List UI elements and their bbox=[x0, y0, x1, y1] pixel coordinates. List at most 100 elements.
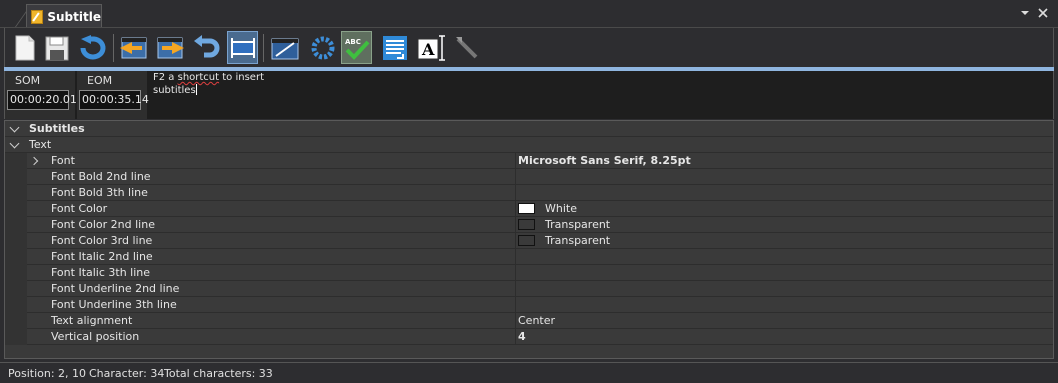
property-value-cell[interactable]: White bbox=[516, 201, 1053, 216]
property-value-cell[interactable] bbox=[516, 249, 1053, 264]
property-name: Font Underline 3th line bbox=[51, 298, 177, 311]
video-settings-icon[interactable] bbox=[269, 31, 300, 64]
editor-text: subtitles bbox=[153, 85, 196, 96]
property-row[interactable]: Font Underline 3th line bbox=[5, 297, 1053, 313]
category-label: Text bbox=[29, 138, 52, 151]
property-name: Text alignment bbox=[51, 314, 133, 327]
text-caret bbox=[195, 84, 197, 95]
editor-text: F2 a bbox=[153, 72, 178, 83]
refresh-icon[interactable] bbox=[307, 31, 338, 64]
color-swatch bbox=[518, 203, 535, 214]
property-value-cell[interactable]: 4 bbox=[516, 329, 1053, 344]
fit-frame-icon[interactable] bbox=[227, 31, 258, 64]
property-value-cell[interactable]: Center bbox=[516, 313, 1053, 328]
property-value: White bbox=[545, 202, 577, 215]
row-gutter bbox=[5, 185, 27, 201]
text-list-icon[interactable] bbox=[379, 31, 410, 64]
property-value-cell[interactable] bbox=[516, 297, 1053, 312]
property-name-cell: Font Underline 2nd line bbox=[27, 281, 516, 296]
tools-icon[interactable] bbox=[451, 31, 482, 64]
property-row[interactable]: Font Color 2nd line Transparent bbox=[5, 217, 1053, 233]
property-row[interactable]: Vertical position 4 bbox=[5, 329, 1053, 345]
tab-subtitle[interactable]: Subtitle bbox=[26, 4, 102, 28]
property-row[interactable]: Font Bold 2nd line bbox=[5, 169, 1053, 185]
property-value-cell[interactable] bbox=[516, 281, 1053, 296]
property-value: 4 bbox=[518, 330, 526, 343]
svg-text:A: A bbox=[421, 40, 435, 59]
row-gutter bbox=[5, 217, 27, 233]
previous-clip-icon[interactable] bbox=[117, 31, 148, 64]
row-gutter bbox=[5, 281, 27, 297]
close-icon[interactable] bbox=[1038, 8, 1048, 21]
color-swatch bbox=[518, 219, 535, 230]
property-name-cell: Font Underline 3th line bbox=[27, 297, 516, 312]
property-value-cell[interactable]: Transparent bbox=[516, 217, 1053, 232]
property-name-cell: Text alignment bbox=[27, 313, 516, 328]
property-name-cell: Font Color bbox=[27, 201, 516, 216]
eom-panel: EOM 00:00:35.14 bbox=[77, 71, 149, 119]
property-value: Transparent bbox=[545, 234, 611, 247]
row-gutter bbox=[5, 297, 27, 313]
category-text[interactable]: Text bbox=[5, 137, 1053, 153]
property-value-cell[interactable]: Transparent bbox=[516, 233, 1053, 248]
property-name-cell: Font Bold 2nd line bbox=[27, 169, 516, 184]
row-gutter bbox=[5, 249, 27, 265]
subtitle-text-editor[interactable]: F2 a shortcut to insert subtitles bbox=[153, 72, 1051, 118]
property-row[interactable]: Font Color 3rd line Transparent bbox=[5, 233, 1053, 249]
som-field[interactable]: 00:00:20.01 bbox=[7, 90, 77, 110]
som-label: SOM bbox=[15, 74, 41, 87]
row-gutter bbox=[5, 265, 27, 281]
category-label: Subtitles bbox=[29, 122, 85, 135]
property-name: Font Color 2nd line bbox=[51, 218, 155, 231]
property-name: Font Color 3rd line bbox=[51, 234, 153, 247]
property-name-cell: Font Color 3rd line bbox=[27, 233, 516, 248]
property-value-cell[interactable] bbox=[516, 169, 1053, 184]
property-row[interactable]: Font Color White bbox=[5, 201, 1053, 217]
chevron-down-icon[interactable] bbox=[9, 122, 20, 133]
property-name: Font Italic 3th line bbox=[51, 266, 151, 279]
editor-text: to insert bbox=[219, 72, 264, 83]
property-row[interactable]: Font Bold 3th line bbox=[5, 185, 1053, 201]
editor-line-2: subtitles bbox=[153, 84, 1051, 97]
property-value-cell[interactable] bbox=[516, 265, 1053, 280]
category-subtitles[interactable]: Subtitles bbox=[5, 121, 1053, 137]
tab-title: Subtitle bbox=[47, 9, 101, 24]
chevron-down-icon[interactable] bbox=[1020, 8, 1030, 21]
property-value: Transparent bbox=[545, 218, 611, 231]
property-value: Center bbox=[518, 314, 556, 327]
status-bar: Position: 2, 10 Character: 34 Total char… bbox=[0, 362, 1058, 383]
row-gutter bbox=[5, 233, 27, 249]
new-document-icon[interactable] bbox=[9, 31, 40, 64]
property-name: Font Bold 3th line bbox=[51, 186, 148, 199]
property-value-cell[interactable]: Microsoft Sans Serif, 8.25pt bbox=[516, 153, 1053, 168]
svg-text:ABC: ABC bbox=[345, 38, 361, 46]
property-row[interactable]: Font Microsoft Sans Serif, 8.25pt bbox=[5, 153, 1053, 169]
toolbar: ABC A bbox=[4, 28, 1054, 68]
undo-icon[interactable] bbox=[77, 31, 108, 64]
misspelled-word: shortcut bbox=[177, 72, 220, 83]
property-value: Microsoft Sans Serif, 8.25pt bbox=[518, 154, 691, 167]
row-gutter bbox=[5, 201, 27, 217]
property-row[interactable]: Font Italic 2nd line bbox=[5, 249, 1053, 265]
property-row[interactable]: Text alignment Center bbox=[5, 313, 1053, 329]
next-clip-icon[interactable] bbox=[155, 31, 186, 64]
save-icon[interactable] bbox=[41, 31, 72, 64]
redo-arrow-icon[interactable] bbox=[191, 31, 222, 64]
status-total: Total characters: 33 bbox=[164, 367, 273, 380]
eom-field[interactable]: 00:00:35.14 bbox=[79, 90, 149, 110]
property-name: Font bbox=[51, 154, 75, 167]
property-name: Font Bold 2nd line bbox=[51, 170, 151, 183]
property-value-cell[interactable] bbox=[516, 185, 1053, 200]
text-cursor-icon[interactable]: A bbox=[415, 31, 446, 64]
property-row[interactable]: Font Underline 2nd line bbox=[5, 281, 1053, 297]
property-name-cell: Font Bold 3th line bbox=[27, 185, 516, 200]
property-name: Vertical position bbox=[51, 330, 140, 343]
property-name: Font Underline 2nd line bbox=[51, 282, 180, 295]
chevron-down-icon[interactable] bbox=[9, 138, 20, 149]
eom-label: EOM bbox=[87, 74, 113, 87]
property-name-cell: Font Italic 2nd line bbox=[27, 249, 516, 264]
property-row[interactable]: Font Italic 3th line bbox=[5, 265, 1053, 281]
property-name-cell: Font Color 2nd line bbox=[27, 217, 516, 232]
spell-check-icon[interactable]: ABC bbox=[341, 31, 372, 64]
property-name: Font Italic 2nd line bbox=[51, 250, 153, 263]
